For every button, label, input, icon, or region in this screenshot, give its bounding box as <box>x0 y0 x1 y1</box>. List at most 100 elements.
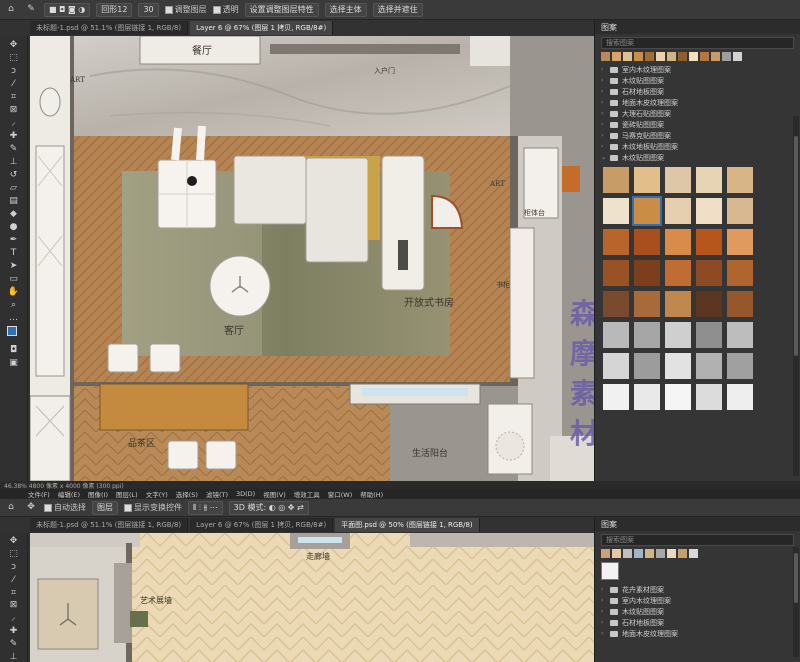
swatch[interactable] <box>667 549 676 558</box>
swatch[interactable] <box>601 549 610 558</box>
menu-3d[interactable]: 3D(D) <box>236 490 255 498</box>
stamp-icon[interactable]: ⊥ <box>7 157 21 167</box>
document-tab[interactable]: 未标题-1.psd @ 51.1% (图层链接 1, RGB/8) <box>30 21 189 35</box>
layer-dropdown[interactable]: 图层 <box>92 500 118 515</box>
pattern-swatch[interactable] <box>727 198 753 224</box>
pattern-folder[interactable]: › 石材地板图案 <box>595 86 800 97</box>
pattern-folder[interactable]: › 室内木纹理图案 <box>595 64 800 75</box>
pattern-swatch[interactable] <box>603 229 629 255</box>
pattern-folder[interactable]: › 木纹贴图图案 <box>595 606 800 617</box>
document-canvas[interactable]: 餐厅 客厅 开放式书房 品茶区 生活阳台 ART ART 入户门 柜体台 书柜 … <box>30 36 594 481</box>
magic-wand-icon[interactable]: ⁄ <box>7 575 21 585</box>
crop-tool-icon[interactable]: ⌗ <box>7 588 21 598</box>
marquee-tool-icon[interactable]: ⬚ <box>7 550 21 560</box>
swatch[interactable] <box>656 52 665 61</box>
pattern-swatch[interactable] <box>603 353 629 379</box>
pattern-folder-open[interactable]: ⌄ 木纹贴图图案 <box>595 152 800 163</box>
pattern-swatch[interactable] <box>696 260 722 286</box>
pattern-swatch[interactable] <box>634 229 660 255</box>
transparency-checkbox[interactable]: 透明 <box>212 4 239 15</box>
pattern-swatch[interactable] <box>603 322 629 348</box>
3d-mode-buttons[interactable]: 3D 模式: ◐ ◎ ✥ ⇄ <box>228 500 309 515</box>
pattern-folder[interactable]: › 石材地板图案 <box>595 617 800 628</box>
pattern-swatch[interactable] <box>665 322 691 348</box>
swatch[interactable] <box>601 52 610 61</box>
eyedropper-icon[interactable]: ⸝ <box>7 614 21 624</box>
swatch[interactable] <box>623 52 632 61</box>
document-tab-active[interactable]: Layer 6 @ 67% (图层 1 拷贝, RGB/8#) <box>190 21 334 35</box>
pattern-folder[interactable]: › 花卉素材图案 <box>595 584 800 595</box>
menu-edit[interactable]: 编辑(E) <box>58 489 80 499</box>
pattern-swatch[interactable] <box>634 353 660 379</box>
pattern-folder[interactable]: › 地面木皮纹理图案 <box>595 628 800 639</box>
menu-view[interactable]: 视图(V) <box>263 489 286 499</box>
shape-tool-icon[interactable]: ▭ <box>7 274 21 284</box>
crop-tool-icon[interactable]: ⌗ <box>7 92 21 102</box>
pattern-swatch[interactable] <box>603 291 629 317</box>
zoom-tool-icon[interactable]: ⌕ <box>7 300 21 310</box>
menu-plugins[interactable]: 增效工具 <box>294 489 320 499</box>
pattern-swatch[interactable] <box>696 198 722 224</box>
type-tool-icon[interactable]: T <box>7 248 21 258</box>
pattern-swatch[interactable] <box>696 384 722 410</box>
eraser-icon[interactable]: ▱ <box>7 183 21 193</box>
pen-icon[interactable]: ✒ <box>7 235 21 245</box>
hand-tool-icon[interactable]: ✋ <box>7 287 21 297</box>
stamp-icon[interactable]: ⊥ <box>7 652 21 662</box>
pattern-swatch[interactable] <box>665 198 691 224</box>
home-icon[interactable]: ⌂ <box>4 503 18 513</box>
font-field[interactable]: 回形12 <box>96 2 133 17</box>
swatch[interactable] <box>612 52 621 61</box>
swatch[interactable] <box>733 52 742 61</box>
pattern-swatch[interactable] <box>665 384 691 410</box>
swatch[interactable] <box>645 549 654 558</box>
selected-pattern-preview[interactable] <box>601 562 619 580</box>
panel-scrollbar[interactable] <box>793 547 799 657</box>
menu-help[interactable]: 帮助(H) <box>360 489 383 499</box>
pattern-swatch[interactable] <box>727 229 753 255</box>
swatch[interactable] <box>689 549 698 558</box>
pattern-swatch[interactable] <box>603 198 629 224</box>
size-field[interactable]: 30 <box>138 2 159 17</box>
eyedropper-icon[interactable]: ⸝ <box>7 118 21 128</box>
pattern-swatch[interactable] <box>696 353 722 379</box>
gradient-icon[interactable]: ▤ <box>7 196 21 206</box>
brush-icon[interactable]: ✎ <box>7 144 21 154</box>
menu-layer[interactable]: 图层(L) <box>116 489 138 499</box>
swatch[interactable] <box>623 549 632 558</box>
lasso-tool-icon[interactable]: ↄ <box>7 563 21 573</box>
swatch[interactable] <box>722 52 731 61</box>
pattern-swatch[interactable] <box>696 167 722 193</box>
scrollbar-thumb[interactable] <box>794 136 798 356</box>
pattern-swatch[interactable] <box>665 229 691 255</box>
document-tab-active[interactable]: 平面图.psd @ 50% (图层链接 1, RGB/8) <box>335 518 480 532</box>
lasso-tool-icon[interactable]: ↄ <box>7 66 21 76</box>
move-tool-icon[interactable]: ✥ <box>7 40 21 50</box>
healing-brush-icon[interactable]: ✚ <box>7 131 21 141</box>
pattern-swatch[interactable] <box>727 353 753 379</box>
swatch[interactable] <box>634 52 643 61</box>
pattern-swatch[interactable] <box>727 167 753 193</box>
pattern-swatch[interactable] <box>665 260 691 286</box>
swatch[interactable] <box>667 52 676 61</box>
pattern-swatch[interactable] <box>603 384 629 410</box>
select-subject-button[interactable]: 选择主体 <box>324 2 367 17</box>
screen-mode-icon[interactable]: ▣ <box>7 358 21 368</box>
quick-mask-icon[interactable]: ◘ <box>7 345 21 355</box>
brush-tool-icon[interactable]: ✎ <box>24 5 38 15</box>
pattern-swatch[interactable] <box>696 229 722 255</box>
swatch[interactable] <box>645 52 654 61</box>
pattern-swatch[interactable] <box>665 291 691 317</box>
pattern-swatch[interactable] <box>634 167 660 193</box>
pattern-search-input[interactable]: 搜索图案 <box>601 37 794 49</box>
more-tools-icon[interactable]: … <box>7 313 21 323</box>
menu-type[interactable]: 文字(Y) <box>146 489 168 499</box>
blur-icon[interactable]: ◆ <box>7 209 21 219</box>
foreground-color-swatch[interactable] <box>6 326 22 342</box>
swatch[interactable] <box>634 549 643 558</box>
pattern-folder[interactable]: › 大理石贴图图案 <box>595 108 800 119</box>
magic-wand-icon[interactable]: ⁄ <box>7 79 21 89</box>
pattern-swatch[interactable] <box>634 291 660 317</box>
pattern-swatch[interactable] <box>696 291 722 317</box>
swatch[interactable] <box>678 52 687 61</box>
